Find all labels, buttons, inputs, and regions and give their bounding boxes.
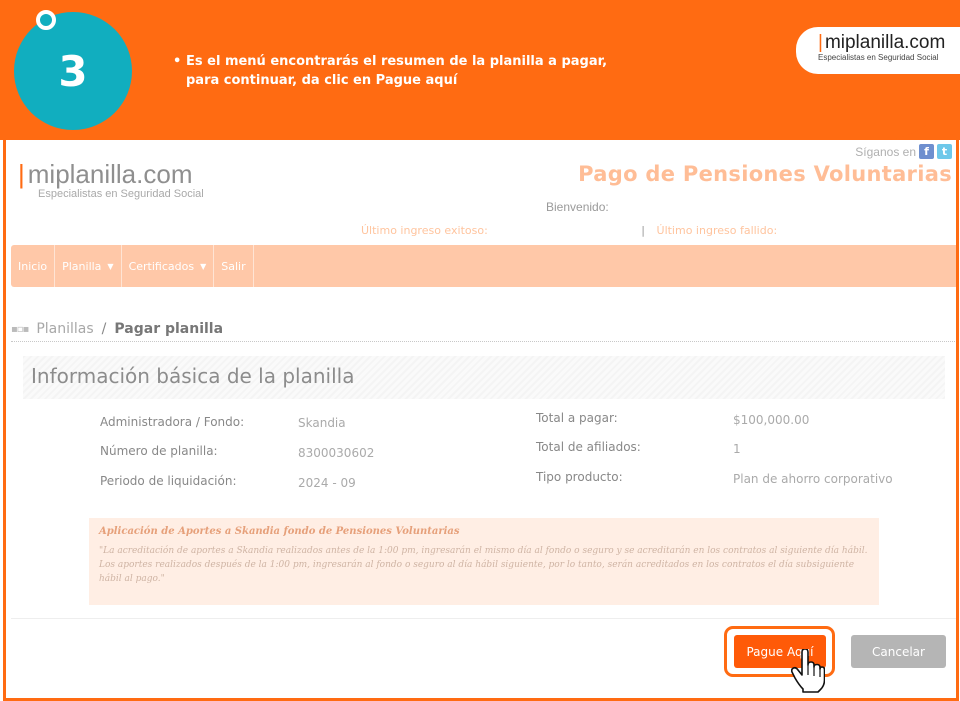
social-follow: Síganos en f t	[855, 144, 952, 159]
twitter-icon[interactable]: t	[937, 144, 952, 159]
login-info-separator: |	[641, 224, 646, 237]
site-logo[interactable]: | miplanilla.com Especialistas en Segurid…	[18, 160, 204, 200]
brand-name: | miplanilla.com	[818, 32, 946, 53]
breadcrumb-current: Pagar planilla	[114, 321, 224, 337]
administradora-label: Administradora / Fondo:	[100, 415, 245, 429]
nav-item-label: Certificados	[128, 259, 195, 273]
total-pagar-label: Total a pagar:	[536, 411, 618, 425]
site-logo-name: | miplanilla.com	[18, 159, 193, 189]
welcome-label: Bienvenido:	[546, 200, 609, 214]
bullet-icon: •	[173, 54, 182, 69]
chevron-down-icon: ▼	[107, 261, 114, 271]
total-afiliados-label: Total de afiliados:	[536, 440, 641, 454]
instruction-line-2: para continuar, da clic en Pague aquí	[186, 73, 458, 88]
breadcrumb-parent[interactable]: Planillas	[36, 321, 93, 337]
actions-divider	[11, 618, 956, 619]
login-info: Último ingreso exitoso: | Último ingreso…	[361, 224, 777, 237]
numero-planilla-value: 8300030602	[298, 446, 375, 460]
periodo-value: 2024 - 09	[298, 476, 356, 490]
nav-item-label: Planilla	[62, 259, 102, 273]
step-number: 3	[58, 46, 88, 96]
hand-pointer-icon	[791, 649, 825, 693]
tipo-producto-value: Plan de ahorro corporativo	[733, 472, 893, 486]
notice-box: Aplicación de Aportes a Skandia fondo de…	[89, 518, 879, 605]
brand-tagline: Especialistas en Seguridad Social	[818, 53, 939, 62]
breadcrumb-separator: /	[101, 321, 107, 337]
tipo-producto-label: Tipo producto:	[536, 470, 623, 484]
site-logo-tagline: Especialistas en Seguridad Social	[38, 188, 204, 200]
main-navbar: Inicio Planilla ▼ Certificados ▼ Salir	[11, 245, 956, 287]
total-afiliados-value: 1	[733, 442, 741, 456]
site-screenshot: | miplanilla.com Especialistas en Segurid…	[3, 140, 959, 701]
header-curve-decoration	[890, 70, 960, 140]
nav-item-inicio[interactable]: Inicio	[11, 245, 56, 287]
last-failed-label: Último ingreso fallido:	[656, 224, 778, 237]
instruction-line-1: Es el menú encontrarás el resumen de la …	[186, 54, 608, 69]
breadcrumb: ▪▫▪ Planillas / Pagar planilla	[11, 321, 223, 337]
administradora-value: Skandia	[298, 416, 346, 430]
tutorial-instruction: • Es el menú encontrarás el resumen de l…	[173, 52, 656, 90]
last-success-label: Último ingreso exitoso:	[361, 224, 488, 237]
follow-label: Síganos en	[855, 144, 916, 159]
notice-title: Aplicación de Aportes a Skandia fondo de…	[99, 526, 460, 537]
nav-item-label: Salir	[221, 259, 246, 273]
chart-icon: ▪▫▪	[11, 323, 29, 335]
nav-item-planilla[interactable]: Planilla ▼	[55, 245, 122, 287]
periodo-label: Periodo de liquidación:	[100, 474, 237, 488]
section-title: Información básica de la planilla	[31, 364, 355, 388]
facebook-icon[interactable]: f	[919, 144, 934, 159]
total-pagar-value: $100,000.00	[733, 413, 810, 427]
step-number-badge: 3	[14, 12, 132, 130]
nav-item-label: Inicio	[18, 259, 48, 273]
notice-body: "La acreditación de aportes a Skandia re…	[99, 546, 868, 584]
step-dot-decoration	[36, 10, 56, 30]
nav-item-certificados[interactable]: Certificados ▼	[122, 245, 215, 287]
numero-planilla-label: Número de planilla:	[100, 444, 218, 458]
site-title: Pago de Pensiones Voluntarias	[578, 162, 952, 186]
tutorial-brand-logo: | miplanilla.com Especialistas en Segurid…	[796, 27, 960, 74]
breadcrumb-divider	[11, 341, 956, 342]
cancel-button[interactable]: Cancelar	[851, 635, 946, 668]
nav-item-salir[interactable]: Salir	[214, 245, 254, 287]
section-header: Información básica de la planilla	[23, 356, 945, 399]
chevron-down-icon: ▼	[200, 261, 207, 271]
